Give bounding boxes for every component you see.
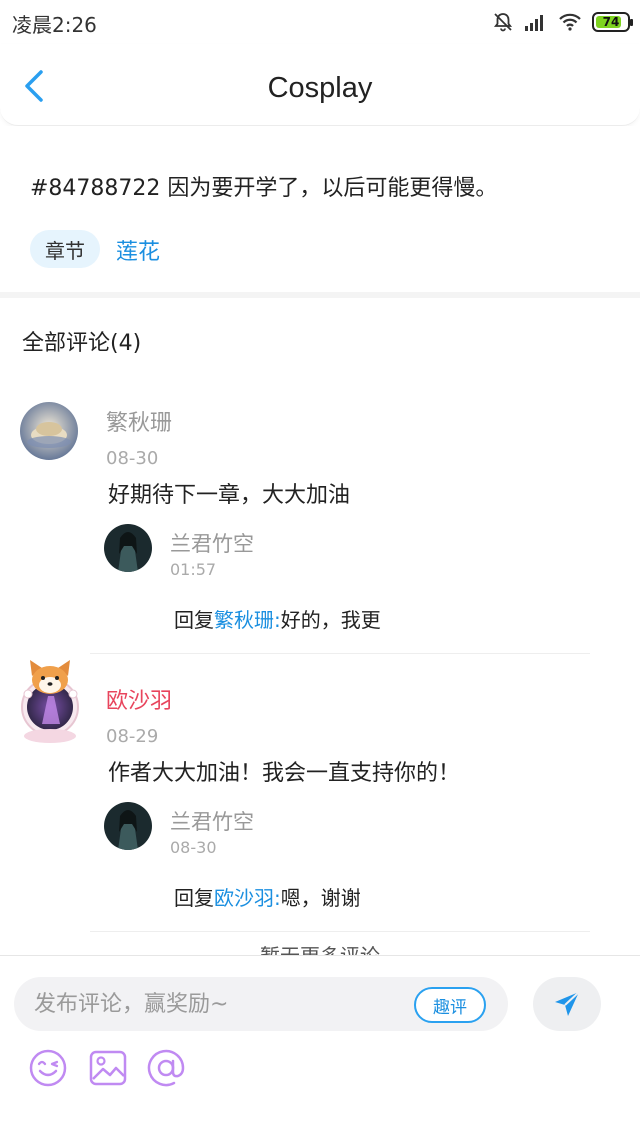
status-time: 凌晨2:26 bbox=[12, 13, 97, 37]
battery-indicator: 74 bbox=[592, 12, 633, 32]
send-icon bbox=[555, 991, 580, 1016]
reply-username[interactable]: 兰君竹空 bbox=[170, 806, 254, 836]
page-header: Cosplay bbox=[0, 44, 640, 126]
battery-level: 74 bbox=[602, 15, 620, 29]
reply-prefix: 回复 bbox=[174, 608, 214, 632]
avatar-with-frame[interactable] bbox=[18, 654, 86, 750]
comment-composer: 趣评 bbox=[0, 955, 640, 1138]
post-text: #84788722 因为要开学了，以后可能更得慢。 bbox=[30, 176, 498, 201]
comment-divider bbox=[90, 931, 590, 932]
comment-text: 好期待下一章，大大加油 bbox=[108, 483, 351, 508]
alarm-off-icon bbox=[493, 13, 513, 32]
comment-username-vip[interactable]: 欧沙羽 bbox=[106, 683, 172, 715]
status-icons: 74 bbox=[492, 10, 633, 34]
send-button[interactable] bbox=[533, 977, 601, 1031]
avatar[interactable] bbox=[20, 402, 78, 460]
status-bar: 凌晨2:26 74 bbox=[0, 0, 640, 44]
mention-icon[interactable] bbox=[146, 1048, 186, 1088]
wifi-icon bbox=[559, 13, 581, 31]
signal-icon bbox=[525, 15, 543, 31]
section-divider bbox=[0, 292, 640, 298]
reply-text: 回复繁秋珊:好的，我更 bbox=[174, 604, 381, 633]
comment-date: 08-30 bbox=[106, 448, 159, 469]
post-card: #84788722 因为要开学了，以后可能更得慢。 章节 莲花 bbox=[0, 126, 640, 292]
reply-text: 回复欧沙羽:嗯，谢谢 bbox=[174, 882, 361, 911]
reply-prefix: 回复 bbox=[174, 886, 214, 910]
reply-body: 嗯，谢谢 bbox=[280, 886, 361, 910]
reply-body: 好的，我更 bbox=[280, 608, 381, 632]
reply-date: 01:57 bbox=[170, 560, 217, 579]
comment-date: 08-29 bbox=[106, 726, 159, 747]
comment-username[interactable]: 繁秋珊 bbox=[106, 405, 172, 437]
comment-divider bbox=[90, 653, 590, 654]
comments-heading: 全部评论(4) bbox=[22, 331, 142, 356]
image-icon[interactable] bbox=[88, 1048, 128, 1088]
reply-username[interactable]: 兰君竹空 bbox=[170, 528, 254, 558]
reply-target-link[interactable]: 繁秋珊: bbox=[214, 608, 281, 632]
chapter-tag: 章节 bbox=[30, 230, 100, 268]
page-title: Cosplay bbox=[267, 72, 373, 104]
avatar[interactable] bbox=[104, 802, 152, 850]
reply-date: 08-30 bbox=[170, 838, 217, 857]
qu-ping-button[interactable]: 趣评 bbox=[414, 987, 486, 1023]
chapter-link[interactable]: 莲花 bbox=[116, 234, 160, 266]
avatar[interactable] bbox=[104, 524, 152, 572]
comment-text: 作者大大加油！我会一直支持你的！ bbox=[108, 761, 461, 786]
reply-target-link[interactable]: 欧沙羽: bbox=[214, 886, 281, 910]
emoji-icon[interactable] bbox=[28, 1048, 68, 1088]
